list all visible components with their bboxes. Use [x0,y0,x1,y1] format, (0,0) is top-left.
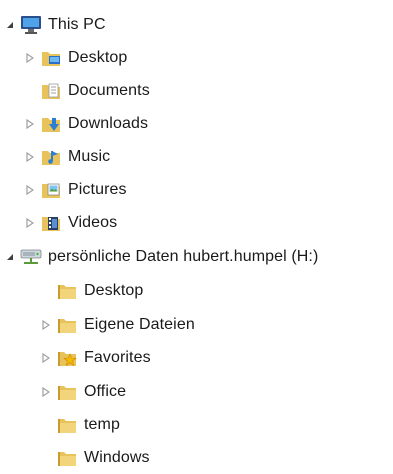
tree-item-label: Documents [68,81,150,99]
folder-icon [56,447,78,469]
folder-icon [56,314,78,336]
collapsed-arrow-icon[interactable] [40,375,52,408]
tree-item-label: Downloads [68,114,149,132]
tree-item-label: Desktop [68,48,128,66]
desktop-folder-icon [40,47,62,69]
tree-item-windows[interactable]: Windows [40,441,150,474]
tree-item-music[interactable]: Music [24,140,110,173]
tree-item-network-drive[interactable]: persönliche Daten hubert.humpel (H:) [4,240,318,273]
music-folder-icon [40,146,62,168]
videos-folder-icon [40,212,62,234]
collapsed-arrow-icon[interactable] [40,308,52,341]
network-drive-icon [20,246,42,268]
tree-item-desktop[interactable]: Desktop [24,41,127,74]
tree-item-label: Videos [68,213,118,231]
tree-item-documents[interactable]: Documents [24,74,150,107]
tree-item-label: Pictures [68,180,127,198]
expanded-arrow-icon[interactable] [4,240,16,273]
tree-item-label: This PC [48,15,106,33]
tree-item-label: Music [68,147,111,165]
tree-item-videos[interactable]: Videos [24,206,117,239]
tree-item-label: Windows [84,448,150,466]
tree-item-pictures[interactable]: Pictures [24,173,127,206]
tree-item-favorites[interactable]: Favorites [40,341,151,374]
tree-item-label: Desktop [84,281,144,299]
collapsed-arrow-icon[interactable] [24,140,36,173]
tree-item-this-pc[interactable]: This PC [4,8,106,41]
collapsed-arrow-icon[interactable] [24,41,36,74]
tree-item-label: Office [84,382,127,400]
favorites-folder-icon [56,347,78,369]
computer-icon [20,14,42,36]
collapsed-arrow-icon[interactable] [24,107,36,140]
pictures-folder-icon [40,179,62,201]
folder-icon [56,280,78,302]
tree-item-label: Eigene Dateien [84,315,195,333]
navigation-tree: This PC Desktop Documents Downloads Musi… [0,0,393,468]
folder-icon [56,381,78,403]
tree-item-office[interactable]: Office [40,375,126,408]
tree-item-downloads[interactable]: Downloads [24,107,148,140]
expanded-arrow-icon[interactable] [4,8,16,41]
tree-item-drive-desktop[interactable]: Desktop [40,274,143,307]
tree-item-eigene-dateien[interactable]: Eigene Dateien [40,308,195,341]
collapsed-arrow-icon[interactable] [40,341,52,374]
tree-item-label: persönliche Daten hubert.humpel (H:) [48,247,319,265]
collapsed-arrow-icon[interactable] [24,173,36,206]
folder-icon [56,414,78,436]
tree-item-temp[interactable]: temp [40,408,120,441]
downloads-folder-icon [40,113,62,135]
tree-item-label: temp [84,415,120,433]
tree-item-label: Favorites [84,348,151,366]
collapsed-arrow-icon[interactable] [24,206,36,239]
documents-folder-icon [40,80,62,102]
